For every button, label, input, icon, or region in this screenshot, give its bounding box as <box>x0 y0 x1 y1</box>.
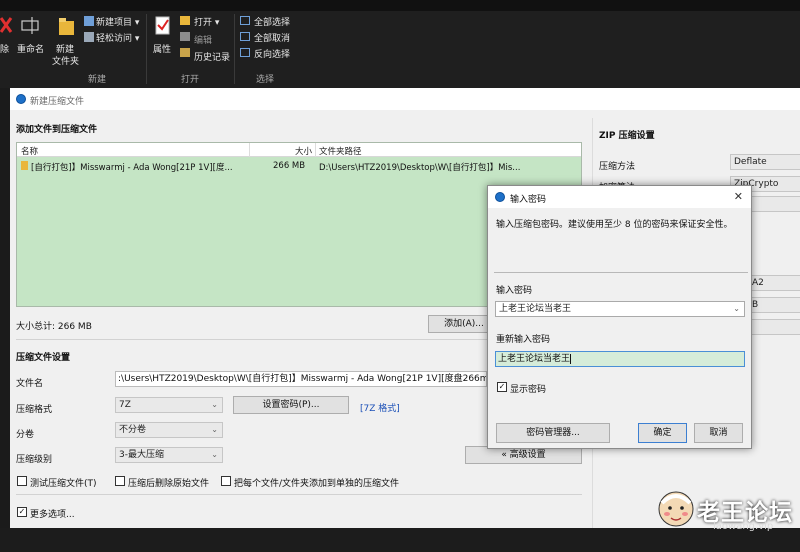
edit-icon <box>180 32 190 41</box>
password-dialog: 输入密码 ✕ 输入压缩包密码。建议使用至少 8 位的密码来保证安全性。 输入密码… <box>487 185 752 449</box>
rename-label[interactable]: 重命名 <box>17 42 44 55</box>
delete-source-label[interactable]: 压缩后删除原始文件 <box>128 476 209 489</box>
open-label[interactable]: 打开 ▾ <box>194 15 219 28</box>
folder-icon <box>21 161 28 170</box>
format-select[interactable]: 7Z ⌄ <box>115 397 223 413</box>
chevron-down-icon: ⌄ <box>211 400 218 409</box>
new-item-label[interactable]: 新建项目 ▾ <box>96 15 139 28</box>
confirm-password-input[interactable]: 上老王论坛当老王 <box>495 351 745 367</box>
row-name: [自行打包]】Misswarmj - Ada Wong[21P 1V][度... <box>31 163 233 173</box>
column-separator <box>249 143 250 157</box>
group-open-label: 打开 <box>181 75 200 85</box>
dialog-title: 输入密码 <box>510 195 547 205</box>
chevron-down-icon: ⌄ <box>733 304 740 313</box>
row-path: D:\Users\HTZ2019\Desktop\W\[自行打包]】Mis... <box>319 163 521 173</box>
history-label[interactable]: 历史记录 <box>194 50 230 63</box>
new-item-icon <box>84 16 94 26</box>
invert-selection-label[interactable]: 反向选择 <box>254 47 290 60</box>
open-icon <box>180 16 190 25</box>
easy-access-icon <box>84 32 94 42</box>
window-title: 新建压缩文件 <box>30 97 85 107</box>
taskbar-strip <box>0 528 800 552</box>
test-archive-label[interactable]: 测试压缩文件(T) <box>30 476 97 489</box>
select-all-label[interactable]: 全部选择 <box>254 15 290 28</box>
watermark-site: laowang.vip <box>713 521 774 532</box>
close-icon[interactable]: ✕ <box>734 190 743 203</box>
total-size: 大小总计: 266 MB <box>16 322 92 332</box>
settings-section-title: 压缩文件设置 <box>16 353 71 363</box>
ok-button[interactable]: 确定 <box>638 423 687 443</box>
window-title-bar: 新建压缩文件 <box>10 88 800 110</box>
file-name-input[interactable]: :\Users\HTZ2019\Desktop\W\[自行打包]】Misswar… <box>115 371 487 387</box>
new-folder-icon[interactable] <box>58 15 76 37</box>
watermark-logo-icon <box>657 489 695 529</box>
level-label: 压缩级别 <box>16 455 53 465</box>
history-icon <box>180 48 190 57</box>
app-icon <box>495 192 505 202</box>
divider <box>16 494 582 495</box>
password-manager-button[interactable]: 密码管理器... <box>496 423 610 443</box>
column-name-header[interactable]: 名称 <box>21 145 38 157</box>
format-link[interactable]: [7Z 格式] <box>360 401 400 414</box>
properties-label[interactable]: 属性 <box>153 42 171 55</box>
confirm-password-label: 重新输入密码 <box>496 335 551 345</box>
partial-select[interactable] <box>748 319 800 335</box>
app-icon <box>16 94 26 104</box>
text-cursor <box>570 353 572 364</box>
divider <box>494 272 748 273</box>
select-all-icon <box>240 16 250 25</box>
more-options-checkbox[interactable]: ✓ <box>17 507 27 517</box>
column-path-header[interactable]: 文件夹路径 <box>319 145 362 157</box>
chevron-down-icon: ⌄ <box>211 450 218 459</box>
password-input[interactable]: 上老王论坛当老王 ⌄ <box>495 301 745 317</box>
ribbon-separator <box>234 14 235 84</box>
delete-label[interactable]: 除 <box>0 42 9 55</box>
show-password-checkbox[interactable]: ✓ <box>497 382 507 392</box>
invert-selection-icon <box>240 48 250 57</box>
ribbon-top-bar <box>0 0 800 11</box>
add-section-title: 添加文件到压缩文件 <box>16 125 98 135</box>
dialog-title-bar: 输入密码 ✕ <box>488 186 751 208</box>
edit-label[interactable]: 编辑 <box>194 33 212 46</box>
method-label: 压缩方法 <box>599 162 636 172</box>
split-select[interactable]: 不分卷 ⌄ <box>115 422 223 438</box>
password-label: 输入密码 <box>496 286 533 296</box>
table-row[interactable]: [自行打包]】Misswarmj - Ada Wong[21P 1V][度...… <box>17 159 581 173</box>
partial-select[interactable]: B <box>748 297 800 313</box>
select-none-label[interactable]: 全部取消 <box>254 31 290 44</box>
select-none-icon <box>240 32 250 41</box>
row-size: 266 MB <box>273 161 306 171</box>
new-folder-label-2[interactable]: 文件夹 <box>52 54 79 67</box>
easy-access-label[interactable]: 轻松访问 ▾ <box>96 31 139 44</box>
ribbon-separator <box>146 14 147 84</box>
each-file-checkbox[interactable] <box>221 476 231 486</box>
format-label: 压缩格式 <box>16 405 53 415</box>
column-separator <box>315 143 316 157</box>
group-select-label: 选择 <box>256 75 275 85</box>
level-select[interactable]: 3-最大压缩 ⌄ <box>115 447 223 463</box>
more-options-label[interactable]: 更多选项... <box>30 507 75 520</box>
file-list-header: 名称 大小 文件夹路径 <box>17 143 581 157</box>
zip-settings-title: ZIP 压缩设置 <box>599 131 655 141</box>
split-label: 分卷 <box>16 430 35 440</box>
group-new-label: 新建 <box>88 75 107 85</box>
chevron-down-icon: ⌄ <box>211 425 218 434</box>
show-password-label[interactable]: 显示密码 <box>510 382 546 395</box>
cancel-button[interactable]: 取消 <box>694 423 743 443</box>
each-file-label[interactable]: 把每个文件/文件夹添加到单独的压缩文件 <box>234 476 399 489</box>
delete-icon[interactable] <box>0 15 14 35</box>
dialog-description: 输入压缩包密码。建议使用至少 8 位的密码来保证安全性。 <box>496 220 733 230</box>
explorer-ribbon: 除 重命名 新建 文件夹 新建项目 ▾ 轻松访问 ▾ 新建 属性 打开 ▾ 编辑… <box>0 0 800 88</box>
delete-source-checkbox[interactable] <box>115 476 125 486</box>
test-archive-checkbox[interactable] <box>17 476 27 486</box>
file-name-label: 文件名 <box>16 379 44 389</box>
set-password-button[interactable]: 设置密码(P)... <box>233 396 349 414</box>
properties-icon[interactable] <box>154 15 172 37</box>
partial-select[interactable]: A2 <box>748 275 800 291</box>
rename-icon[interactable] <box>20 15 42 35</box>
column-size-header[interactable]: 大小 <box>295 145 312 157</box>
method-select[interactable]: Deflate <box>730 154 800 170</box>
